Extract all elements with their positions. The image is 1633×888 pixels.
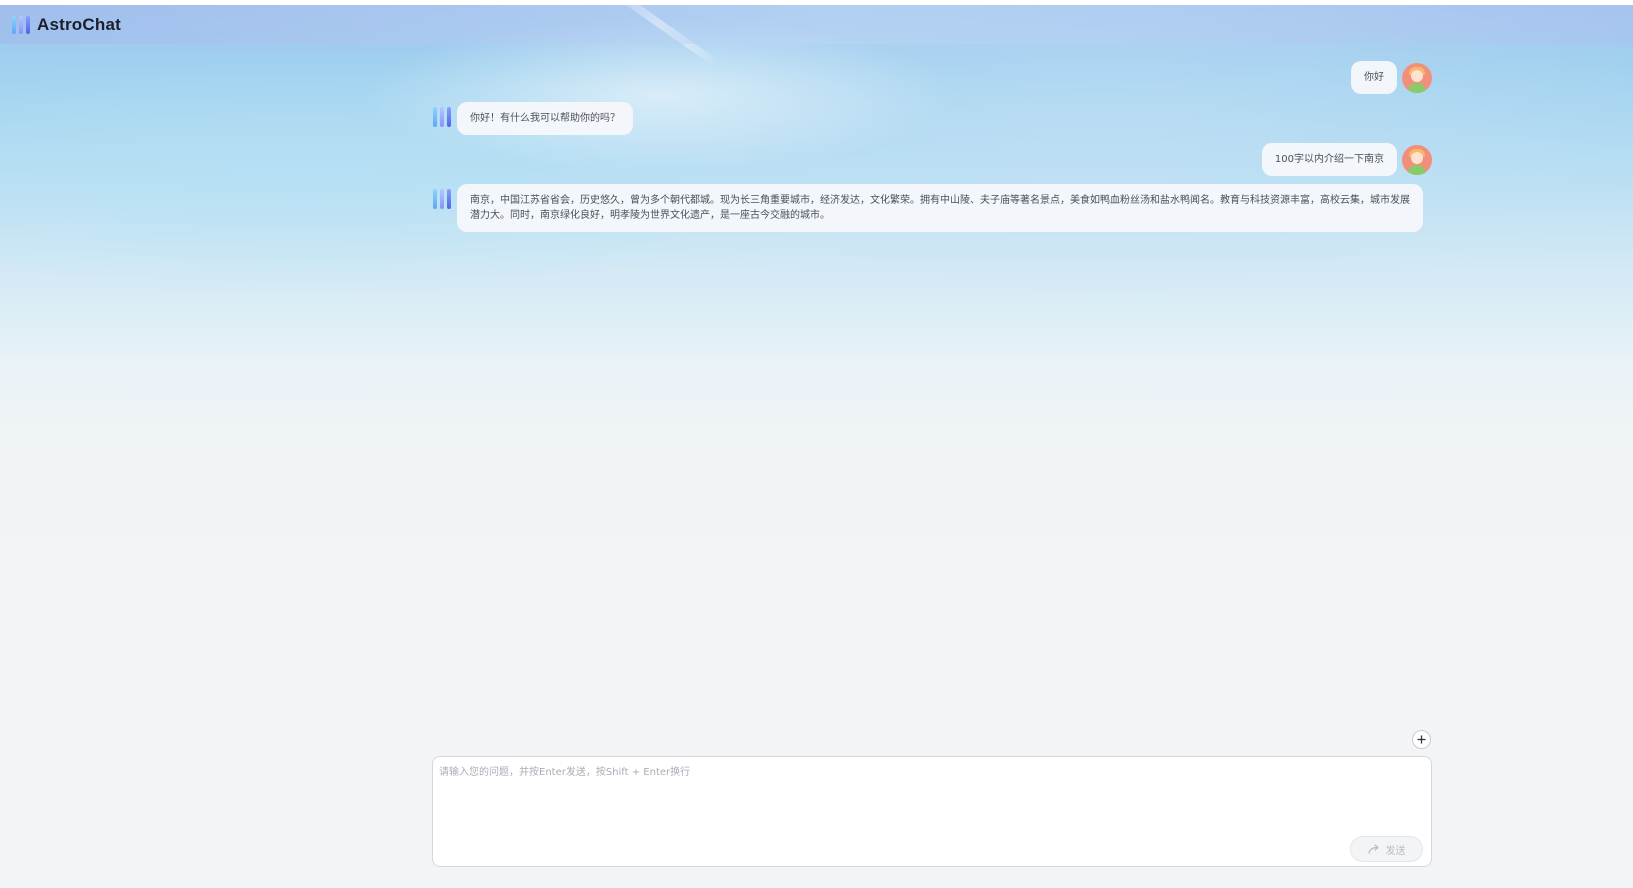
chat-app: AstroChat 你好 你好！有什么我可以帮助你的吗？ 100字以内介绍一下南…: [0, 0, 1633, 888]
message-input[interactable]: [439, 763, 1399, 833]
assistant-avatar-icon: [433, 187, 451, 211]
user-avatar-icon: [1402, 62, 1432, 93]
user-avatar-icon: [1402, 144, 1432, 175]
user-message: 100字以内介绍一下南京: [1261, 143, 1432, 176]
assistant-message-bubble: 南京，中国江苏省省会，历史悠久，曾为多个朝代都城。现为长三角重要城市，经济发达，…: [457, 184, 1423, 232]
assistant-avatar-icon: [433, 105, 451, 129]
send-button[interactable]: 发送: [1350, 836, 1423, 862]
user-message-bubble: 100字以内介绍一下南京: [1261, 143, 1397, 176]
add-attachment-button[interactable]: [1412, 730, 1431, 749]
assistant-message: 南京，中国江苏省省会，历史悠久，曾为多个朝代都城。现为长三角重要城市，经济发达，…: [433, 184, 1423, 232]
share-arrow-icon: [1367, 844, 1380, 854]
chat-messages: 你好 你好！有什么我可以帮助你的吗？ 100字以内介绍一下南京 南京，中国江苏省…: [0, 0, 1633, 888]
assistant-message-bubble: 你好！有什么我可以帮助你的吗？: [457, 102, 633, 135]
user-message-bubble: 你好: [1351, 61, 1397, 94]
send-button-label: 发送: [1385, 845, 1406, 857]
user-message: 你好: [1351, 61, 1432, 94]
assistant-message: 你好！有什么我可以帮助你的吗？: [433, 102, 633, 135]
message-composer: 发送: [432, 756, 1432, 867]
plus-icon: [1417, 735, 1426, 744]
